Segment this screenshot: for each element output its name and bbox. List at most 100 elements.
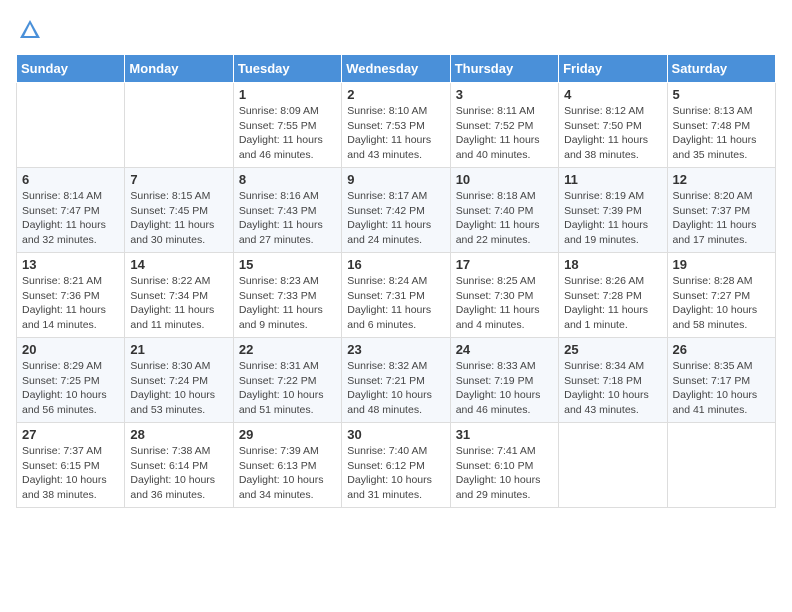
day-number: 16 [347,257,444,272]
day-info: Sunrise: 8:09 AM Sunset: 7:55 PM Dayligh… [239,104,336,163]
day-info: Sunrise: 8:19 AM Sunset: 7:39 PM Dayligh… [564,189,661,248]
calendar-cell: 5 Sunrise: 8:13 AM Sunset: 7:48 PM Daylig… [667,83,775,168]
day-info: Sunrise: 8:35 AM Sunset: 7:17 PM Dayligh… [673,359,770,418]
calendar-cell: 11 Sunrise: 8:19 AM Sunset: 7:39 PM Dayli… [559,168,667,253]
day-info: Sunrise: 8:28 AM Sunset: 7:27 PM Dayligh… [673,274,770,333]
calendar-cell: 27 Sunrise: 7:37 AM Sunset: 6:15 PM Dayli… [17,423,125,508]
calendar-cell [17,83,125,168]
calendar-cell: 18 Sunrise: 8:26 AM Sunset: 7:28 PM Dayli… [559,253,667,338]
day-number: 23 [347,342,444,357]
calendar-cell: 30Sunrise: 7:40 AM Sunset: 6:12 PM Dayli… [342,423,450,508]
day-info: Sunrise: 8:11 AM Sunset: 7:52 PM Dayligh… [456,104,553,163]
calendar-cell: 31 Sunrise: 7:41 AM Sunset: 6:10 PM Dayli… [450,423,558,508]
calendar-cell: 14 Sunrise: 8:22 AM Sunset: 7:34 PM Dayli… [125,253,233,338]
logo-icon [16,16,44,44]
day-number: 8 [239,172,336,187]
day-info: Sunrise: 7:37 AM Sunset: 6:15 PM Dayligh… [22,444,119,503]
calendar-week-1: 6Sunrise: 8:14 AM Sunset: 7:47 PM Daylig… [17,168,776,253]
header-friday: Friday [559,55,667,83]
day-number: 14 [130,257,227,272]
day-info: Sunrise: 8:23 AM Sunset: 7:33 PM Dayligh… [239,274,336,333]
day-info: Sunrise: 8:26 AM Sunset: 7:28 PM Dayligh… [564,274,661,333]
calendar-cell: 29 Sunrise: 7:39 AM Sunset: 6:13 PM Dayli… [233,423,341,508]
day-number: 9 [347,172,444,187]
day-number: 15 [239,257,336,272]
day-number: 2 [347,87,444,102]
calendar-cell: 17 Sunrise: 8:25 AM Sunset: 7:30 PM Dayli… [450,253,558,338]
calendar-cell: 21 Sunrise: 8:30 AM Sunset: 7:24 PM Dayli… [125,338,233,423]
calendar-cell: 16 Sunrise: 8:24 AM Sunset: 7:31 PM Dayli… [342,253,450,338]
calendar-cell: 2 Sunrise: 8:10 AM Sunset: 7:53 PM Daylig… [342,83,450,168]
calendar-cell: 22 Sunrise: 8:31 AM Sunset: 7:22 PM Dayli… [233,338,341,423]
calendar-cell: 6Sunrise: 8:14 AM Sunset: 7:47 PM Daylig… [17,168,125,253]
day-number: 13 [22,257,119,272]
day-number: 31 [456,427,553,442]
calendar-cell: 10Sunrise: 8:18 AM Sunset: 7:40 PM Dayli… [450,168,558,253]
calendar-cell: 28Sunrise: 7:38 AM Sunset: 6:14 PM Dayli… [125,423,233,508]
day-info: Sunrise: 8:12 AM Sunset: 7:50 PM Dayligh… [564,104,661,163]
day-info: Sunrise: 8:20 AM Sunset: 7:37 PM Dayligh… [673,189,770,248]
header-wednesday: Wednesday [342,55,450,83]
day-info: Sunrise: 8:31 AM Sunset: 7:22 PM Dayligh… [239,359,336,418]
day-info: Sunrise: 7:41 AM Sunset: 6:10 PM Dayligh… [456,444,553,503]
day-info: Sunrise: 8:13 AM Sunset: 7:48 PM Dayligh… [673,104,770,163]
day-number: 27 [22,427,119,442]
calendar-cell: 25Sunrise: 8:34 AM Sunset: 7:18 PM Dayli… [559,338,667,423]
calendar-cell: 3 Sunrise: 8:11 AM Sunset: 7:52 PM Daylig… [450,83,558,168]
day-number: 1 [239,87,336,102]
calendar-week-0: 1 Sunrise: 8:09 AM Sunset: 7:55 PM Daylig… [17,83,776,168]
day-number: 22 [239,342,336,357]
calendar-cell: 1 Sunrise: 8:09 AM Sunset: 7:55 PM Daylig… [233,83,341,168]
day-number: 21 [130,342,227,357]
calendar-header-row: SundayMondayTuesdayWednesdayThursdayFrid… [17,55,776,83]
day-number: 20 [22,342,119,357]
day-info: Sunrise: 8:25 AM Sunset: 7:30 PM Dayligh… [456,274,553,333]
calendar-table: SundayMondayTuesdayWednesdayThursdayFrid… [16,54,776,508]
day-number: 5 [673,87,770,102]
calendar-cell: 24 Sunrise: 8:33 AM Sunset: 7:19 PM Dayli… [450,338,558,423]
calendar-cell: 9 Sunrise: 8:17 AM Sunset: 7:42 PM Daylig… [342,168,450,253]
header-saturday: Saturday [667,55,775,83]
calendar-cell: 8Sunrise: 8:16 AM Sunset: 7:43 PM Daylig… [233,168,341,253]
day-info: Sunrise: 8:10 AM Sunset: 7:53 PM Dayligh… [347,104,444,163]
day-number: 10 [456,172,553,187]
calendar-cell: 23 Sunrise: 8:32 AM Sunset: 7:21 PM Dayli… [342,338,450,423]
day-number: 4 [564,87,661,102]
day-number: 11 [564,172,661,187]
header-tuesday: Tuesday [233,55,341,83]
day-number: 18 [564,257,661,272]
calendar-week-4: 27 Sunrise: 7:37 AM Sunset: 6:15 PM Dayli… [17,423,776,508]
day-info: Sunrise: 7:40 AM Sunset: 6:12 PM Dayligh… [347,444,444,503]
day-number: 6 [22,172,119,187]
day-info: Sunrise: 8:33 AM Sunset: 7:19 PM Dayligh… [456,359,553,418]
calendar-week-2: 13Sunrise: 8:21 AM Sunset: 7:36 PM Dayli… [17,253,776,338]
calendar-cell: 19 Sunrise: 8:28 AM Sunset: 7:27 PM Dayli… [667,253,775,338]
day-info: Sunrise: 8:29 AM Sunset: 7:25 PM Dayligh… [22,359,119,418]
calendar-week-3: 20 Sunrise: 8:29 AM Sunset: 7:25 PM Dayli… [17,338,776,423]
logo [16,16,48,44]
header-monday: Monday [125,55,233,83]
calendar-cell [559,423,667,508]
day-info: Sunrise: 8:30 AM Sunset: 7:24 PM Dayligh… [130,359,227,418]
day-info: Sunrise: 8:15 AM Sunset: 7:45 PM Dayligh… [130,189,227,248]
day-number: 29 [239,427,336,442]
calendar-cell: 4 Sunrise: 8:12 AM Sunset: 7:50 PM Daylig… [559,83,667,168]
day-info: Sunrise: 8:32 AM Sunset: 7:21 PM Dayligh… [347,359,444,418]
day-info: Sunrise: 8:24 AM Sunset: 7:31 PM Dayligh… [347,274,444,333]
day-number: 17 [456,257,553,272]
calendar-cell: 7Sunrise: 8:15 AM Sunset: 7:45 PM Daylig… [125,168,233,253]
day-number: 19 [673,257,770,272]
calendar-cell: 12 Sunrise: 8:20 AM Sunset: 7:37 PM Dayli… [667,168,775,253]
calendar-cell: 26 Sunrise: 8:35 AM Sunset: 7:17 PM Dayli… [667,338,775,423]
day-number: 3 [456,87,553,102]
day-number: 24 [456,342,553,357]
day-info: Sunrise: 7:39 AM Sunset: 6:13 PM Dayligh… [239,444,336,503]
day-number: 12 [673,172,770,187]
day-info: Sunrise: 8:17 AM Sunset: 7:42 PM Dayligh… [347,189,444,248]
day-number: 26 [673,342,770,357]
day-number: 28 [130,427,227,442]
header-sunday: Sunday [17,55,125,83]
day-info: Sunrise: 8:22 AM Sunset: 7:34 PM Dayligh… [130,274,227,333]
page-header [16,16,776,44]
day-number: 25 [564,342,661,357]
